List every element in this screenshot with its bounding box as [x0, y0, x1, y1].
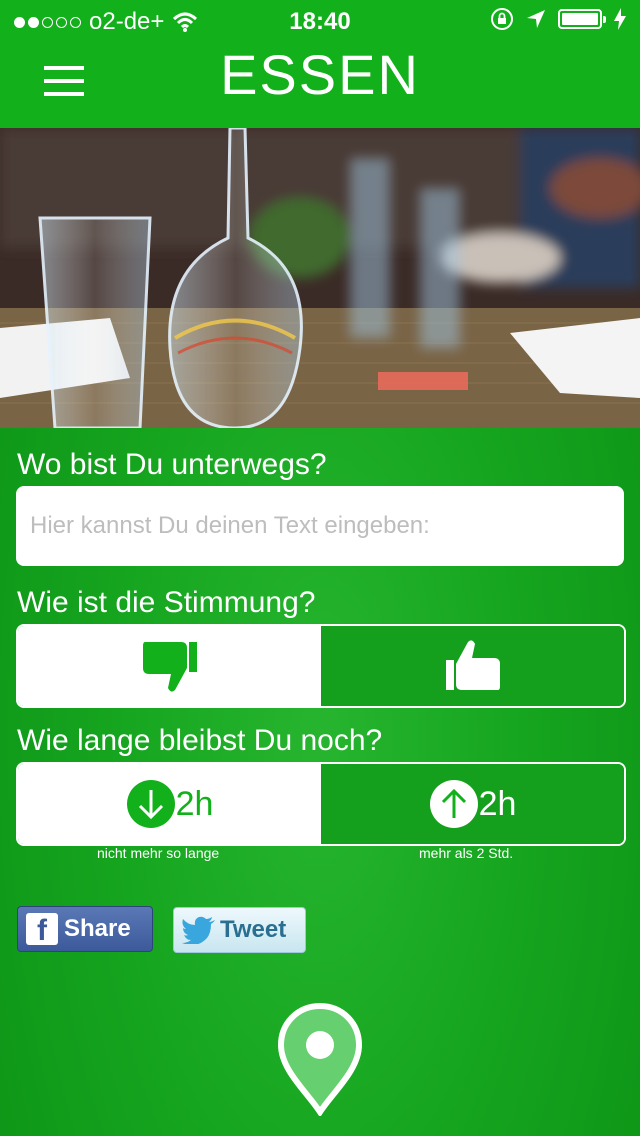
duration-more-button[interactable]: 2h — [321, 764, 624, 844]
twitter-bird-icon — [182, 916, 215, 944]
duration-label: Wie lange bleibst Du noch? — [17, 724, 383, 757]
facebook-share-button[interactable]: f Share — [17, 906, 153, 952]
mood-selector — [16, 624, 626, 708]
hero-image — [0, 128, 640, 428]
facebook-icon: f — [26, 913, 58, 947]
mood-positive-button[interactable] — [321, 626, 624, 706]
rotation-lock-icon — [491, 8, 513, 30]
thumbs-down-icon — [142, 642, 197, 692]
app-header: ESSEN — [0, 40, 640, 128]
twitter-tweet-label: Tweet — [220, 916, 287, 943]
location-pin-icon[interactable] — [277, 1002, 363, 1116]
twitter-tweet-button[interactable]: Tweet — [173, 907, 306, 953]
battery-icon — [558, 9, 606, 29]
page-title: ESSEN — [220, 43, 420, 106]
thumbs-up-icon — [445, 640, 500, 690]
duration-selector: 2h 2h — [16, 762, 626, 846]
mood-label: Wie ist die Stimmung? — [17, 586, 316, 619]
app-screen: o2-de+ 18:40 ESSEN Wo bist Du unterwegs?… — [0, 0, 640, 1136]
mood-negative-button[interactable] — [18, 626, 321, 706]
duration-less-hint: nicht mehr so lange — [97, 845, 220, 861]
location-arrow-icon — [527, 10, 545, 28]
location-field[interactable] — [16, 486, 624, 566]
status-bar: o2-de+ 18:40 — [0, 0, 640, 40]
location-label: Wo bist Du unterwegs? — [17, 448, 327, 481]
facebook-share-label: Share — [64, 915, 131, 942]
arrow-up-circle-icon — [429, 780, 478, 828]
arrow-down-circle-icon — [126, 780, 175, 828]
charging-bolt-icon — [614, 8, 626, 30]
status-icons — [490, 7, 626, 31]
duration-less-value: 2h — [175, 784, 214, 823]
location-input[interactable] — [16, 486, 624, 566]
duration-less-button[interactable]: 2h — [18, 764, 321, 844]
duration-more-hint: mehr als 2 Std. — [419, 845, 514, 861]
duration-more-value: 2h — [478, 784, 517, 823]
